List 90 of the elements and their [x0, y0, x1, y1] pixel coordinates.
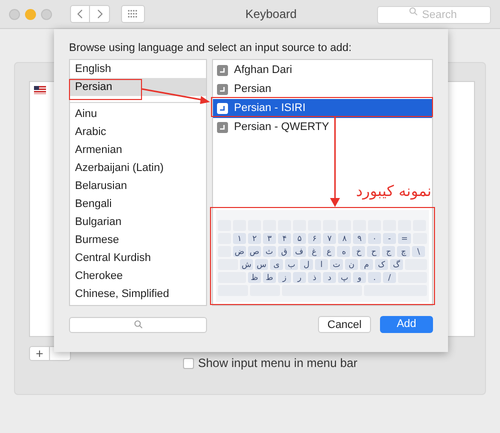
keyboard-key: غ [308, 246, 321, 257]
keyboard-key: س [255, 259, 268, 270]
keyboard-key: و [353, 272, 366, 283]
language-item[interactable]: Chinese, Simplified [70, 285, 206, 303]
keyboard-layout-icon [217, 84, 228, 95]
keyboard-key: ج [382, 246, 396, 257]
language-item[interactable]: English [70, 60, 206, 78]
language-search-field[interactable] [69, 316, 207, 332]
dialog-prompt: Browse using language and select an input source to add: [69, 41, 353, 55]
keyboard-key: ا [315, 259, 328, 270]
language-item[interactable]: Ainu [70, 105, 206, 123]
keyboard-key: ذ [308, 272, 321, 283]
language-item[interactable]: Burmese [70, 231, 206, 249]
search-icon [134, 320, 142, 329]
show-all-button[interactable] [121, 5, 145, 23]
keyboard-key: / [383, 272, 396, 283]
keyboard-key: ر [293, 272, 306, 283]
input-source-item[interactable]: Persian - QWERTY [213, 118, 432, 137]
keyboard-layout-icon [217, 122, 228, 133]
keyboard-key: ل [300, 259, 313, 270]
language-item[interactable]: Bengali [70, 195, 206, 213]
keyboard-layout-icon [217, 65, 228, 76]
keyboard-key: ۰ [368, 233, 381, 244]
add-source-button[interactable]: + [29, 346, 50, 361]
annotation-arrow [142, 88, 210, 104]
keyboard-key: ۶ [308, 233, 321, 244]
chevron-right-icon [96, 9, 102, 19]
annotation-label: نمونه کیبورد [356, 181, 432, 202]
keyboard-key: خ [352, 246, 366, 257]
cancel-button[interactable]: Cancel [318, 316, 371, 333]
keyboard-key: ف [292, 246, 306, 257]
keyboard-key: د [323, 272, 336, 283]
input-source-item[interactable]: Persian [213, 80, 432, 99]
keyboard-key: ۸ [338, 233, 351, 244]
keyboard-key: ز [278, 272, 291, 283]
back-button[interactable] [70, 5, 90, 23]
input-source-item[interactable]: Persian - ISIRI [213, 99, 432, 118]
keyboard-key: ک [375, 259, 388, 270]
language-item[interactable]: Arabic [70, 123, 206, 141]
keyboard-key: ش [240, 259, 253, 270]
language-item[interactable]: Central Kurdish [70, 249, 206, 267]
keyboard-key: ظ [248, 272, 261, 283]
language-item[interactable]: Belarusian [70, 177, 206, 195]
add-button[interactable]: Add [380, 316, 433, 333]
keyboard-key: ی [270, 259, 283, 270]
keyboard-key: ۲ [248, 233, 261, 244]
keyboard-layout-icon [217, 103, 228, 114]
search-field[interactable]: Search [377, 6, 491, 24]
keyboard-key: = [398, 233, 411, 244]
forward-button[interactable] [90, 5, 110, 23]
keyboard-key: ط [263, 272, 276, 283]
keyboard-key: ض [233, 246, 246, 257]
keyboard-key: ۳ [263, 233, 276, 244]
close-window-button[interactable] [9, 8, 20, 20]
keyboard-key: ۴ [278, 233, 291, 244]
language-item[interactable]: Bulgarian [70, 213, 206, 231]
keyboard-key: ۹ [353, 233, 366, 244]
window-title: Keyboard [245, 6, 297, 23]
keyboard-key: پ [338, 272, 351, 283]
keyboard-key: ت [330, 259, 343, 270]
chevron-left-icon [77, 9, 83, 19]
keyboard-key: ۵ [293, 233, 306, 244]
zoom-window-button[interactable] [41, 8, 52, 20]
keyboard-key: م [360, 259, 373, 270]
keyboard-key: ص [248, 246, 261, 257]
keyboard-key: ع [322, 246, 336, 257]
keyboard-key: ۱ [233, 233, 246, 244]
grid-icon [128, 10, 138, 18]
input-source-item[interactable]: Afghan Dari [213, 61, 432, 80]
flag-icon [34, 86, 46, 94]
keyboard-key: ث [262, 246, 276, 257]
minimize-window-button[interactable] [25, 8, 36, 20]
language-item[interactable]: Armenian [70, 141, 206, 159]
keyboard-key: ح [367, 246, 380, 257]
checkbox[interactable] [183, 358, 194, 368]
keyboard-key: - [383, 233, 396, 244]
keyboard-key: . [368, 272, 381, 283]
search-icon [409, 7, 418, 16]
language-item[interactable]: Persian [70, 78, 206, 96]
keyboard-key: گ [390, 259, 403, 270]
language-item[interactable]: Azerbaijani (Latin) [70, 159, 206, 177]
keyboard-key: ه [337, 246, 350, 257]
keyboard-key: \ [412, 246, 425, 257]
keyboard-key: ن [345, 259, 358, 270]
checkbox-label: Show input menu in menu bar [198, 355, 358, 372]
language-item[interactable]: Cherokee [70, 267, 206, 285]
keyboard-key: ق [278, 246, 291, 257]
keyboard-key: ۷ [323, 233, 336, 244]
keyboard-key: ب [285, 259, 298, 270]
keyboard-key: چ [397, 246, 410, 257]
